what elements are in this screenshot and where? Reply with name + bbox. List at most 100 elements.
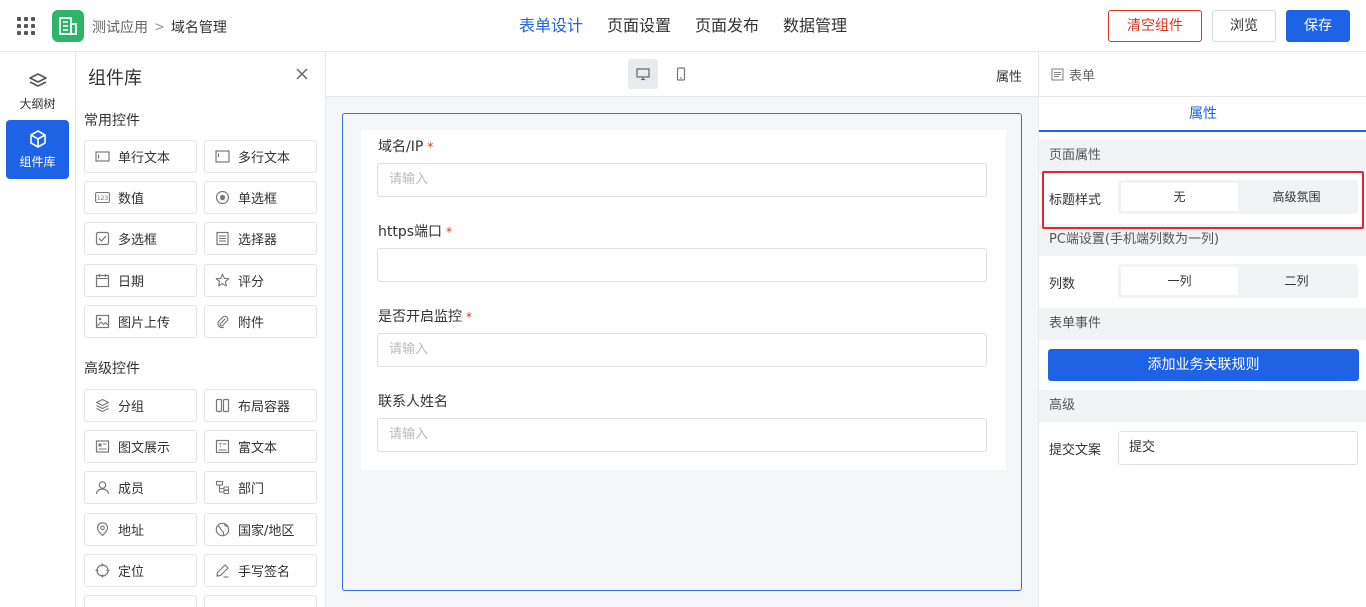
section-advanced: 高级 — [1039, 390, 1366, 422]
mobile-view-button[interactable] — [666, 59, 696, 89]
rail-item-components[interactable]: 组件库 — [6, 120, 69, 179]
add-business-rule-button[interactable]: 添加业务关联规则 — [1048, 349, 1359, 381]
comp-label: 日期 — [118, 275, 145, 290]
common-controls-title: 常用控件 — [84, 113, 140, 129]
domain-ip-input[interactable]: 请输入 — [377, 163, 987, 197]
top-tabs: 表单设计 页面设置 页面发布 数据管理 — [519, 0, 871, 52]
library-title: 组件库 — [88, 68, 142, 89]
pen-icon — [215, 563, 230, 578]
field-label-text: 域名/IP — [378, 139, 424, 155]
comp-rich-text[interactable]: T 富文本 — [204, 430, 317, 463]
comp-label: 选择器 — [238, 233, 278, 248]
panel-header-text: 表单 — [1069, 69, 1096, 84]
breadcrumb-app[interactable]: 测试应用 — [92, 17, 148, 37]
comp-address[interactable]: 地址 — [84, 513, 197, 546]
comp-label: 图片上传 — [118, 316, 171, 331]
comp-radio[interactable]: 单选框 — [204, 181, 317, 214]
spreadsheet-icon — [59, 17, 77, 35]
app-grid-icon[interactable] — [17, 17, 35, 35]
comp-attachment[interactable]: 附件 — [204, 305, 317, 338]
comp-department[interactable]: 部门 — [204, 471, 317, 504]
columns-label: 列数 — [1049, 277, 1076, 292]
number-icon: 123 — [95, 190, 110, 205]
field-label-https-port: https端口 * — [378, 221, 452, 241]
calendar-icon — [95, 273, 110, 288]
panel-tabbar: 属性 — [1039, 96, 1366, 132]
section-form-events: 表单事件 — [1039, 308, 1366, 340]
form-canvas[interactable]: 域名/IP * 请输入 https端口 * 是否开启监控 * 请输入 联系人姓名 请输… — [342, 113, 1022, 591]
comp-select[interactable]: 选择器 — [204, 222, 317, 255]
comp-number[interactable]: 123 数值 — [84, 181, 197, 214]
preview-button[interactable]: 浏览 — [1212, 10, 1276, 42]
field-label-monitoring: 是否开启监控 * — [378, 306, 472, 326]
app-logo[interactable] — [52, 10, 84, 42]
comp-label: 地址 — [118, 524, 145, 539]
submit-text-label: 提交文案 — [1049, 443, 1102, 458]
breadcrumb: 测试应用 > 域名管理 — [92, 17, 227, 37]
comp-country-region[interactable]: 国家/地区 — [204, 513, 317, 546]
comp-label: 成员 — [118, 482, 145, 497]
close-icon[interactable] — [294, 66, 310, 82]
clear-components-button[interactable]: 清空组件 — [1108, 10, 1202, 42]
canvas-toolbar: 属性 — [326, 52, 1038, 97]
monitoring-input[interactable]: 请输入 — [377, 333, 987, 367]
submit-text-input[interactable]: 提交 — [1118, 431, 1358, 465]
comp-single-line-text[interactable]: 单行文本 — [84, 140, 197, 173]
comp-label: 定位 — [118, 565, 145, 580]
comp-label: 评分 — [238, 275, 265, 290]
comp-label: 单选框 — [238, 192, 278, 207]
comp-partial[interactable] — [204, 595, 317, 607]
comp-label: 单行文本 — [118, 151, 171, 166]
tab-properties[interactable]: 属性 — [1039, 97, 1366, 131]
globe-icon — [215, 522, 230, 537]
rail-item-outline[interactable]: 大纲树 — [6, 62, 69, 121]
canvas-properties-label[interactable]: 属性 — [996, 66, 1022, 85]
columns-one-option[interactable]: 一列 — [1121, 267, 1238, 295]
desktop-view-button[interactable] — [628, 59, 658, 89]
rail-item-label: 组件库 — [19, 155, 56, 169]
comp-partial[interactable] — [84, 595, 197, 607]
contact-name-input[interactable]: 请输入 — [377, 418, 987, 452]
advanced-controls-title: 高级控件 — [84, 361, 140, 377]
https-port-input[interactable] — [377, 248, 987, 282]
comp-label: 分组 — [118, 400, 145, 415]
rail-item-label: 大纲树 — [19, 97, 56, 111]
department-icon — [215, 480, 230, 495]
comp-group[interactable]: 分组 — [84, 389, 197, 422]
required-mark: * — [466, 310, 472, 324]
mobile-icon — [676, 67, 686, 81]
comp-member[interactable]: 成员 — [84, 471, 197, 504]
breadcrumb-separator: > — [154, 19, 165, 35]
tab-page-publish[interactable]: 页面发布 — [695, 0, 759, 52]
comp-multi-line-text[interactable]: 多行文本 — [204, 140, 317, 173]
save-button[interactable]: 保存 — [1286, 10, 1350, 42]
svg-text:T: T — [217, 443, 222, 450]
checkbox-icon — [95, 231, 110, 246]
tab-data-management[interactable]: 数据管理 — [783, 0, 847, 52]
comp-label: 图文展示 — [118, 441, 171, 456]
comp-date[interactable]: 日期 — [84, 264, 197, 297]
highlight-box — [1042, 171, 1364, 229]
comp-checkbox[interactable]: 多选框 — [84, 222, 197, 255]
user-icon — [95, 480, 110, 495]
component-library-panel: 组件库 常用控件 单行文本 多行文本 123 数值 单选框 多选框 选择器 日期… — [76, 52, 326, 607]
field-label-text: 联系人姓名 — [378, 394, 448, 410]
comp-media-display[interactable]: 图文展示 — [84, 430, 197, 463]
panel-header: 表单 — [1051, 65, 1095, 84]
comp-layout-container[interactable]: 布局容器 — [204, 389, 317, 422]
select-icon — [215, 231, 230, 246]
comp-positioning[interactable]: 定位 — [84, 554, 197, 587]
comp-label: 富文本 — [238, 441, 278, 456]
required-mark: * — [427, 140, 434, 154]
columns-two-option[interactable]: 二列 — [1238, 267, 1355, 295]
cube-icon — [29, 130, 46, 148]
comp-label: 多行文本 — [238, 151, 291, 166]
comp-rating[interactable]: 评分 — [204, 264, 317, 297]
field-label-text: 是否开启监控 — [378, 309, 462, 325]
comp-label: 手写签名 — [238, 565, 291, 580]
tab-page-settings[interactable]: 页面设置 — [607, 0, 671, 52]
comp-signature[interactable]: 手写签名 — [204, 554, 317, 587]
comp-image-upload[interactable]: 图片上传 — [84, 305, 197, 338]
tab-form-design[interactable]: 表单设计 — [519, 0, 583, 52]
comp-label: 部门 — [238, 482, 265, 497]
